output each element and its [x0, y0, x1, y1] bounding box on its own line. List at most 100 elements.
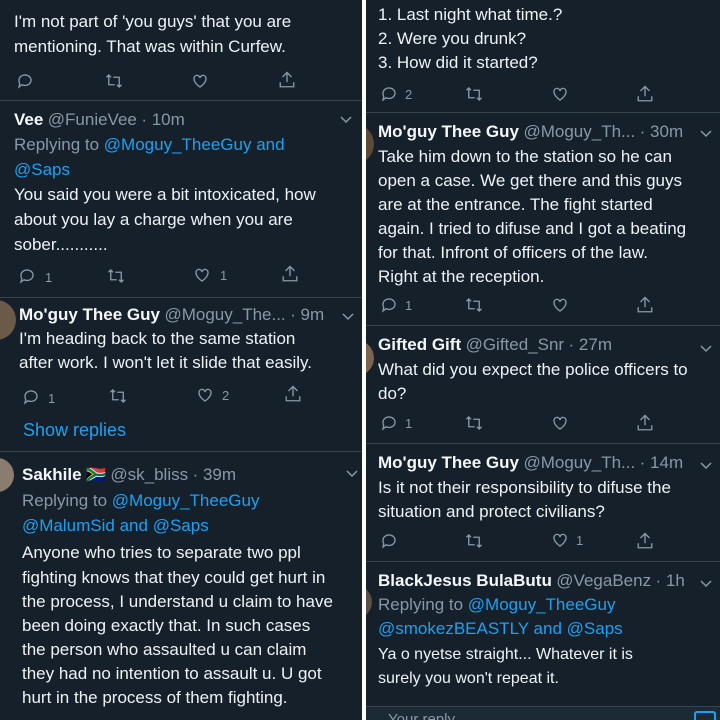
avatar[interactable]	[366, 585, 372, 619]
tweet-text-line: do?	[378, 384, 407, 403]
avatar[interactable]	[366, 340, 374, 376]
author-name[interactable]: Sakhile	[22, 465, 82, 484]
right-screenshot-panel: 1. Last night what time.? 2. Were you dr…	[366, 0, 720, 720]
flag-emoji: 🇿🇦	[86, 467, 106, 484]
chevron-down-icon[interactable]	[346, 466, 358, 484]
reply-input-placeholder[interactable]: Your reply	[388, 711, 455, 720]
tweet-text-line: 3. How did it started?	[378, 53, 538, 72]
reply-icon[interactable]	[22, 388, 40, 406]
author-handle[interactable]: @Moguy_Th...	[523, 453, 635, 472]
reply-count: 1	[405, 416, 413, 431]
retweet-icon[interactable]	[104, 72, 124, 90]
share-icon[interactable]	[281, 264, 299, 284]
replying-to-line2: @Saps	[14, 158, 70, 183]
reply-icon[interactable]	[18, 267, 36, 285]
mention-link[interactable]: @Moguy_TheeGuy	[468, 595, 616, 614]
mention-link[interactable]: @MalumSid	[22, 516, 115, 535]
retweet-icon[interactable]	[464, 414, 484, 432]
divider	[0, 451, 362, 452]
tweet-text-line: Right at the reception.	[378, 267, 545, 286]
reply-icon[interactable]	[380, 532, 398, 550]
like-icon[interactable]	[551, 531, 569, 549]
replying-to-label: Replying to	[378, 595, 464, 614]
mention-link[interactable]: @Moguy_TheeGuy	[112, 491, 260, 510]
retweet-icon[interactable]	[106, 267, 126, 285]
share-icon[interactable]	[284, 384, 302, 404]
retweet-icon[interactable]	[464, 296, 484, 314]
like-icon[interactable]	[196, 386, 214, 404]
replying-to: Replying to @Moguy_TheeGuy	[378, 593, 615, 618]
retweet-icon[interactable]	[108, 387, 128, 405]
tweet-text-line: about you lay a charge when you are	[14, 210, 293, 229]
gif-icon[interactable]	[694, 711, 716, 720]
tweet-time: · 10m	[141, 110, 185, 129]
like-count: 2	[222, 388, 230, 403]
author-name[interactable]: Mo'guy Thee Guy	[19, 305, 160, 324]
tweet-header: Mo'guy Thee Guy @Moguy_Th... · 14m	[378, 453, 683, 473]
left-screenshot-panel: I'm not part of 'you guys' that you are …	[0, 0, 362, 720]
like-icon[interactable]	[191, 72, 209, 90]
share-icon[interactable]	[636, 295, 654, 315]
chevron-down-icon[interactable]	[700, 126, 712, 144]
chevron-down-icon[interactable]	[700, 458, 712, 476]
avatar[interactable]	[0, 458, 14, 492]
tweet-text-line: What did you expect the police officers …	[378, 360, 688, 379]
author-handle[interactable]: @Gifted_Snr	[466, 335, 565, 354]
tweet-text-line: Ya o nyetse straight... Whatever it is	[378, 646, 633, 663]
mention-link[interactable]: @Moguy_TheeGuy	[104, 135, 252, 154]
share-icon[interactable]	[636, 84, 654, 104]
tweet-text-line: fighting knows that they could get hurt …	[22, 568, 326, 587]
mention-link[interactable]: @Saps	[14, 160, 70, 179]
share-icon[interactable]	[278, 70, 296, 90]
author-handle[interactable]: @Moguy_Th...	[523, 122, 635, 141]
show-replies-link[interactable]: Show replies	[23, 420, 126, 441]
avatar[interactable]	[366, 124, 374, 164]
mention-link[interactable]: @smokezBEASTLY	[378, 619, 529, 638]
like-icon[interactable]	[193, 266, 211, 284]
tweet-header: Vee @FunieVee · 10m	[14, 110, 185, 130]
author-name[interactable]: Mo'guy Thee Guy	[378, 122, 519, 141]
divider	[366, 561, 720, 562]
reply-bar[interactable]: Your reply	[366, 707, 720, 720]
tweet-time: · 1h	[655, 571, 685, 590]
author-name[interactable]: Mo'guy Thee Guy	[378, 453, 519, 472]
divider	[366, 443, 720, 444]
reply-icon[interactable]	[380, 414, 398, 432]
like-icon[interactable]	[551, 296, 569, 314]
mention-link[interactable]: @Saps	[153, 516, 209, 535]
tweet-text-line: I'm not part of 'you guys' that you are	[14, 12, 292, 31]
reply-icon[interactable]	[380, 296, 398, 314]
tweet-header: Gifted Gift @Gifted_Snr · 27m	[378, 335, 612, 355]
share-icon[interactable]	[636, 531, 654, 551]
chevron-down-icon[interactable]	[340, 112, 352, 130]
avatar[interactable]	[0, 300, 16, 340]
author-handle[interactable]: @Moguy_The...	[164, 305, 285, 324]
mention-link[interactable]: @Saps	[567, 619, 623, 638]
tweet-text-line: situation and protect civilians?	[378, 502, 605, 521]
author-handle[interactable]: @sk_bliss	[110, 465, 188, 484]
like-icon[interactable]	[551, 85, 569, 103]
retweet-icon[interactable]	[464, 532, 484, 550]
author-name[interactable]: Vee	[14, 110, 43, 129]
tweet-text-line: open a case. We get there and this guys	[378, 171, 682, 190]
chevron-down-icon[interactable]	[700, 576, 712, 594]
chevron-down-icon[interactable]	[700, 341, 712, 359]
tweet-text-line: Anyone who tries to separate two ppl	[22, 543, 301, 562]
replying-to-line2: @smokezBEASTLY and @Saps	[378, 617, 623, 642]
like-count: 1	[220, 268, 228, 283]
replying-to-label: Replying to	[14, 135, 100, 154]
author-handle[interactable]: @VegaBenz	[556, 571, 651, 590]
chevron-down-icon[interactable]	[342, 309, 354, 327]
like-icon[interactable]	[551, 414, 569, 432]
reply-icon[interactable]	[380, 85, 398, 103]
divider	[0, 100, 362, 101]
tweet-time: · 14m	[639, 453, 684, 472]
retweet-icon[interactable]	[464, 85, 484, 103]
reply-icon[interactable]	[16, 72, 34, 90]
author-handle[interactable]: @FunieVee	[48, 110, 137, 129]
author-name[interactable]: BlackJesus BulaButu	[378, 571, 552, 590]
tweet-time: · 27m	[568, 335, 613, 354]
author-name[interactable]: Gifted Gift	[378, 335, 461, 354]
tweet-header: Sakhile 🇿🇦 @sk_bliss · 39m	[22, 465, 236, 485]
share-icon[interactable]	[636, 413, 654, 433]
